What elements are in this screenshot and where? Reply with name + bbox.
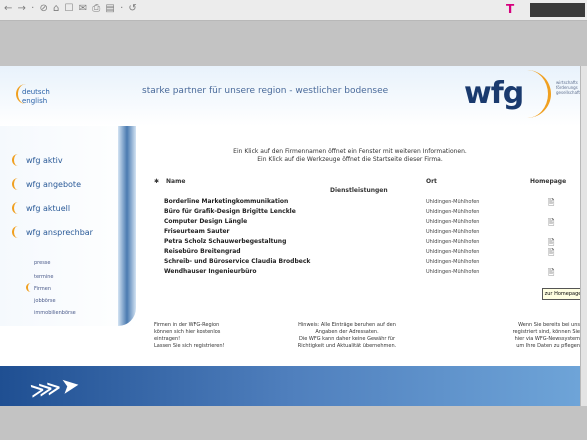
bracket-icon	[12, 178, 22, 190]
nav-label: wfg angebote	[26, 180, 81, 189]
nav-item-aktiv[interactable]: wfg aktiv	[12, 154, 63, 166]
page-header: deutsch english starke partner für unser…	[0, 66, 580, 126]
homepage-icon[interactable]: 🖹	[548, 217, 554, 231]
subnav-jobboerse[interactable]: jobbörse	[34, 298, 56, 304]
company-link[interactable]: Borderline Marketingkommunikation	[164, 198, 288, 205]
footer-line: Lassen Sie sich registrieren!	[154, 343, 225, 349]
company-location: Uhldingen-Mühlhofen	[426, 199, 480, 205]
bracket-icon	[12, 226, 22, 238]
homepage-icon[interactable]: 🖹	[548, 267, 554, 281]
nav-item-angebote[interactable]: wfg angebote	[12, 178, 81, 190]
sidebar-wave-icon	[118, 126, 136, 326]
subnav-immobilienboerse[interactable]: immobilienbörse	[34, 310, 76, 316]
subnav-firmen[interactable]: Firmen	[26, 283, 51, 292]
company-link[interactable]: Computer Design Längle	[164, 218, 247, 225]
homepage-icon[interactable]: 🖹	[548, 197, 554, 211]
company-location: Uhldingen-Mühlhofen	[426, 249, 480, 255]
footer-line: Hinweis: Alle Einträge beruhen auf den	[298, 322, 396, 328]
telekom-logo-icon: T	[506, 2, 515, 16]
browser-toolbar: ← → · ⊘ ⌂ ☐ ✉ ⎙ ▤ · ↺ T	[0, 0, 587, 21]
category-header: Dienstleistungen	[330, 187, 388, 194]
toolbar-icons[interactable]: ← → · ⊘ ⌂ ☐ ✉ ⎙ ▤ · ↺	[4, 3, 138, 14]
company-link[interactable]: Schreib- und Büroservice Claudia Brodbec…	[164, 258, 310, 265]
company-link[interactable]: Friseurteam Sauter	[164, 228, 229, 235]
footer-line: können sich hier kostenlos	[154, 329, 221, 335]
nav-label: wfg aktiv	[26, 156, 63, 165]
footer-line: Angaben der Adressaten.	[315, 329, 379, 335]
footer-hinweis-text: Hinweis: Alle Einträge beruhen auf den A…	[272, 322, 422, 350]
bracket-icon	[12, 154, 22, 166]
company-link[interactable]: Petra Scholz Schauwerbegestaltung	[164, 238, 286, 245]
tagline: starke partner für unsere region - westl…	[142, 86, 389, 96]
footer-login-text[interactable]: Wenn Sie bereits bei uns registriert sin…	[452, 322, 580, 350]
nav-item-aktuell[interactable]: wfg aktuell	[12, 202, 71, 214]
col-header-ort: Ort	[426, 178, 437, 185]
web-page: deutsch english starke partner für unser…	[0, 66, 584, 406]
info-line-1: Ein Klick auf den Firmennamen öffnet ein…	[233, 148, 467, 155]
homepage-tooltip: zur Homepage	[542, 288, 584, 300]
footer-line: hier via WFG-Newssystem	[514, 336, 580, 342]
nav-label: wfg aktuell	[26, 204, 71, 213]
browser-gutter-bottom	[0, 406, 587, 440]
footer-register-text[interactable]: Firmen in der WFG-Region können sich hie…	[154, 322, 264, 350]
homepage-icon[interactable]: 🖹	[548, 247, 554, 261]
col-header-name: Name	[166, 178, 186, 185]
bracket-icon	[26, 283, 34, 292]
footer-line: registriert sind, können Sie	[512, 329, 580, 335]
scrollbar[interactable]	[580, 66, 587, 406]
logo-subtitle: wirtschafts förderungs gesellschaft	[556, 80, 580, 95]
lang-english-link[interactable]: english	[22, 97, 47, 105]
company-link[interactable]: Reisebüro Breitengrad	[164, 248, 241, 255]
lang-deutsch-link[interactable]: deutsch	[22, 88, 50, 96]
toolbar-menu[interactable]	[530, 3, 585, 17]
footer-band	[0, 366, 580, 406]
company-location: Uhldingen-Mühlhofen	[426, 239, 480, 245]
tools-icon: ✱	[154, 178, 160, 185]
company-location: Uhldingen-Mühlhofen	[426, 229, 480, 235]
col-header-homepage: Homepage	[530, 178, 567, 185]
nav-label: wfg ansprechbar	[26, 228, 93, 237]
browser-gutter-top	[0, 21, 587, 66]
info-text: Ein Klick auf den Firmennamen öffnet ein…	[160, 148, 540, 164]
company-link[interactable]: Wendhauser Ingenieurbüro	[164, 268, 256, 275]
company-location: Uhldingen-Mühlhofen	[426, 259, 480, 265]
subnav-presse[interactable]: presse	[34, 260, 50, 266]
footer-line: Die WFG kann daher keine Gewähr für	[298, 336, 396, 342]
footer-line: Richtigkeit und Aktualität übernehmen.	[297, 343, 397, 349]
footer-line: Wenn Sie bereits bei uns	[518, 322, 580, 328]
company-link[interactable]: Büro für Grafik-Design Brigitte Lenckle	[164, 208, 296, 215]
footer-line: um Ihre Daten zu pflegen	[516, 343, 580, 349]
subnav-termine[interactable]: termine	[34, 274, 54, 280]
bracket-icon	[12, 202, 22, 214]
footer-line: Firmen in der WFG-Region	[154, 322, 220, 328]
company-location: Uhldingen-Mühlhofen	[426, 269, 480, 275]
nav-item-ansprechbar[interactable]: wfg ansprechbar	[12, 226, 93, 238]
logo-arc-icon	[520, 70, 551, 118]
sidebar: wfg aktiv wfg angebote wfg aktuell wfg a…	[0, 126, 140, 406]
info-line-2: Ein Klick auf die Werkzeuge öffnet die S…	[257, 156, 443, 163]
footer-line: eintragen!	[154, 336, 181, 342]
company-location: Uhldingen-Mühlhofen	[426, 219, 480, 225]
company-location: Uhldingen-Mühlhofen	[426, 209, 480, 215]
subnav-label: Firmen	[34, 286, 51, 292]
wfg-logo[interactable]: wfg	[464, 76, 524, 111]
